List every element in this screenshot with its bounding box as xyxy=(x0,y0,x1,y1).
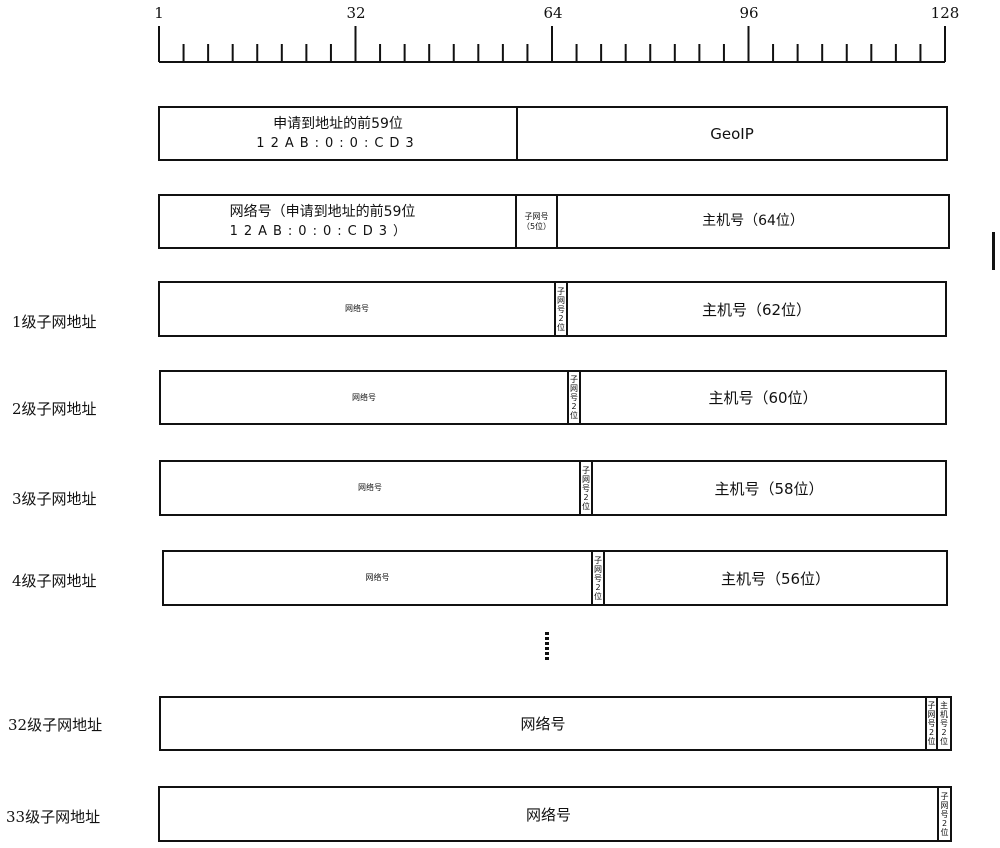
geoip-label: GeoIP xyxy=(710,124,754,143)
network-segment: 网络号 xyxy=(161,462,579,514)
prefix-label: 申请到地址的前59位 xyxy=(273,115,403,132)
ruler-label-96: 96 xyxy=(739,4,759,22)
level-32-row: 网络号 子网号2位 主机号2位 xyxy=(159,696,952,751)
host-label: 主机号（64位） xyxy=(702,213,804,229)
ruler-label-1: 1 xyxy=(154,4,164,22)
host-segment: 主机号（60位） xyxy=(581,372,945,423)
dot xyxy=(545,637,549,640)
subnet-label: 子网号2位 xyxy=(594,555,602,601)
subnet-segment: 子网号2位 xyxy=(579,462,593,514)
level-33-row: 网络号 子网号2位 xyxy=(158,786,952,842)
level-label: 33级子网地址 xyxy=(6,808,101,826)
prefix-59-segment: 申请到地址的前59位 12AB:0:0:CD3 xyxy=(160,108,516,159)
host-segment: 主机号（56位） xyxy=(605,552,946,604)
ruler-label-64: 64 xyxy=(543,4,563,22)
network-segment: 网络号 xyxy=(161,372,567,423)
subnet-label: 子网号2位 xyxy=(570,375,578,420)
host-segment: 主机号（58位） xyxy=(593,462,945,514)
level-label: 1级子网地址 xyxy=(12,313,97,331)
geoip-address-row: 申请到地址的前59位 12AB:0:0:CD3 GeoIP xyxy=(158,106,948,161)
network-segment: 网络号 xyxy=(160,283,554,335)
host-label: 主机号（62位） xyxy=(701,300,812,319)
subnet-label: 子网号 xyxy=(524,211,549,221)
network-label: 网络号 xyxy=(520,715,566,733)
level-label: 4级子网地址 xyxy=(12,572,97,590)
level-1-row: 网络号 子网号2位 主机号（62位） xyxy=(158,281,947,337)
level-2-row: 网络号 子网号2位 主机号（60位） xyxy=(159,370,947,425)
prefix-address: 12AB:0:0:CD3 xyxy=(256,135,420,151)
dot xyxy=(545,642,549,645)
geoip-segment: GeoIP xyxy=(516,108,946,159)
network-label: 网络号 xyxy=(358,483,382,492)
host-label: 主机号（60位） xyxy=(708,389,818,407)
subnet-segment: 子网号2位 xyxy=(925,698,938,749)
level-3-row: 网络号 子网号2位 主机号（58位） xyxy=(159,460,947,516)
subnet-5bit-segment: 子网号 （5位） xyxy=(515,196,556,247)
dot xyxy=(545,632,549,635)
subnet-label: 子网号2位 xyxy=(927,701,936,746)
network-label: 网络号 xyxy=(345,304,369,313)
host-label: 主机号（58位） xyxy=(714,479,824,498)
network-label: 网络号（申请到地址的前59位 xyxy=(229,203,416,220)
host-label: 主机号（56位） xyxy=(720,569,831,588)
subnet-bits: （5位） xyxy=(521,221,552,231)
base-address-row: 网络号（申请到地址的前59位 12AB:0:0:CD3） 子网号 （5位） 主机… xyxy=(158,194,950,249)
host-segment: 主机号2位 xyxy=(938,698,950,749)
level-4-row: 网络号 子网号2位 主机号（56位） xyxy=(162,550,948,606)
host-64bit-segment: 主机号（64位） xyxy=(556,196,948,247)
ruler-label-128: 128 xyxy=(930,4,960,22)
dot xyxy=(545,657,549,660)
host-label: 主机号2位 xyxy=(940,701,948,746)
ellipsis-dots xyxy=(545,632,550,662)
subnet-segment: 子网号2位 xyxy=(937,788,950,840)
network-label: 网络号 xyxy=(525,805,571,824)
dot xyxy=(545,647,549,650)
bit-ruler xyxy=(158,26,946,63)
side-marker xyxy=(992,232,995,270)
network-address: 12AB:0:0:CD3） xyxy=(229,223,412,239)
subnet-label: 子网号2位 xyxy=(940,791,949,837)
network-segment: 网络号（申请到地址的前59位 12AB:0:0:CD3） xyxy=(160,196,515,247)
network-label: 网络号 xyxy=(365,573,390,582)
level-label: 32级子网地址 xyxy=(8,716,103,734)
ruler-label-32: 32 xyxy=(346,4,366,22)
subnet-label: 子网号2位 xyxy=(557,286,565,332)
host-segment: 主机号（62位） xyxy=(568,283,945,335)
dot xyxy=(545,652,549,655)
network-segment: 网络号 xyxy=(164,552,591,604)
level-label: 2级子网地址 xyxy=(12,400,97,418)
subnet-label: 子网号2位 xyxy=(582,465,590,511)
subnet-segment: 子网号2位 xyxy=(591,552,605,604)
network-segment: 网络号 xyxy=(161,698,925,749)
subnet-segment: 子网号2位 xyxy=(567,372,581,423)
subnet-segment: 子网号2位 xyxy=(554,283,568,335)
network-segment: 网络号 xyxy=(160,788,937,840)
network-label: 网络号 xyxy=(352,392,376,402)
level-label: 3级子网地址 xyxy=(12,490,97,508)
